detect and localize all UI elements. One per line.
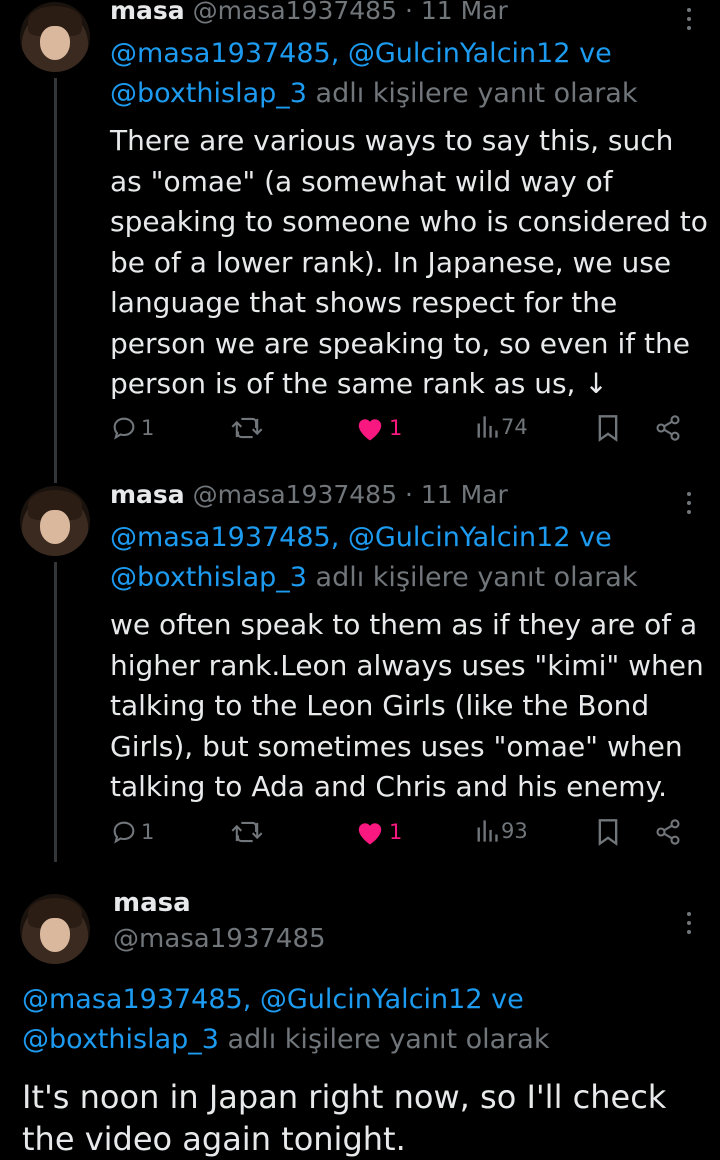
view-count: 74	[501, 415, 528, 439]
bookmark-icon	[598, 819, 618, 846]
separator: ·	[404, 0, 413, 25]
views-button[interactable]: 74	[475, 414, 528, 440]
reply-button[interactable]: 1	[110, 818, 154, 846]
tweet-actions: 1 1 74	[110, 414, 690, 454]
reply-to-links[interactable]: @masa1937485, @GulcinYalcin12 ve	[110, 34, 637, 74]
more-options-icon[interactable]	[686, 492, 692, 519]
bookmark-icon	[598, 415, 618, 442]
retweet-icon	[231, 417, 263, 439]
like-button[interactable]: 1	[355, 414, 402, 442]
author-name[interactable]: masa	[113, 888, 191, 918]
reply-to-suffix: adlı kişilere yanıt olarak	[315, 78, 638, 109]
views-icon	[477, 820, 498, 842]
heart-icon	[358, 419, 382, 441]
like-count: 1	[389, 416, 403, 440]
share-button[interactable]	[654, 414, 682, 442]
reply-context: @masa1937485, @GulcinYalcin12 ve @boxthi…	[22, 980, 549, 1060]
tweet-header: masa @masa1937485 · 11 Mar	[110, 480, 508, 509]
reply-to-suffix: adlı kişilere yanıt olarak	[227, 1024, 550, 1055]
share-icon	[656, 415, 680, 441]
views-button[interactable]: 93	[475, 818, 528, 844]
bookmark-button[interactable]	[596, 414, 620, 442]
reply-context: @masa1937485, @GulcinYalcin12 ve @boxthi…	[110, 34, 637, 114]
tweet[interactable]: masa @masa1937485 · 11 Mar @masa1937485,…	[0, 0, 720, 470]
retweet-button[interactable]	[230, 414, 264, 442]
view-count: 93	[501, 819, 528, 843]
like-count: 1	[389, 820, 403, 844]
heart-icon	[358, 823, 382, 845]
avatar[interactable]	[20, 894, 90, 964]
author-handle[interactable]: @masa1937485	[193, 480, 397, 509]
retweet-icon	[231, 821, 263, 843]
like-button[interactable]: 1	[355, 818, 402, 846]
timestamp[interactable]: 11 Mar	[421, 0, 508, 25]
views-icon	[477, 416, 498, 438]
reply-count: 1	[141, 416, 155, 440]
more-options-icon[interactable]	[686, 8, 692, 35]
author-handle[interactable]: @masa1937485	[193, 0, 397, 25]
reply-to-links[interactable]: @masa1937485, @GulcinYalcin12 ve	[22, 980, 549, 1020]
author-name[interactable]: masa	[110, 0, 185, 25]
avatar[interactable]	[20, 486, 90, 556]
tweet[interactable]: masa @masa1937485 · 11 Mar @masa1937485,…	[0, 480, 720, 874]
reply-to-link[interactable]: @boxthislap_3	[110, 562, 307, 593]
tweet-text: It's noon in Japan right now, so I'll ch…	[22, 1078, 667, 1158]
tweet-header: masa @masa1937485 · 11 Mar	[110, 0, 508, 25]
tweet-text: There are various ways to say this, such…	[110, 124, 708, 400]
tweet-text: we often speak to them as if they are of…	[110, 608, 704, 803]
tweet-actions: 1 1 93	[110, 818, 690, 858]
reply-to-link[interactable]: @boxthislap_3	[110, 78, 307, 109]
separator: ·	[404, 480, 413, 509]
reply-button[interactable]: 1	[110, 414, 154, 442]
reply-to-links[interactable]: @masa1937485, @GulcinYalcin12 ve	[110, 518, 637, 558]
reply-to-suffix: adlı kişilere yanıt olarak	[315, 562, 638, 593]
more-options-icon[interactable]	[686, 912, 692, 939]
bookmark-button[interactable]	[596, 818, 620, 846]
timestamp[interactable]: 11 Mar	[421, 480, 508, 509]
avatar[interactable]	[20, 2, 90, 72]
author-handle[interactable]: @masa1937485	[113, 924, 326, 954]
reply-icon	[113, 417, 135, 440]
reply-context: @masa1937485, @GulcinYalcin12 ve @boxthi…	[110, 518, 637, 598]
share-button[interactable]	[654, 818, 682, 846]
share-icon	[656, 819, 680, 845]
author-name[interactable]: masa	[110, 480, 185, 509]
retweet-button[interactable]	[230, 818, 264, 846]
focused-tweet[interactable]: masa @masa1937485 @masa1937485, @GulcinY…	[0, 880, 720, 1158]
reply-count: 1	[141, 820, 155, 844]
reply-to-link[interactable]: @boxthislap_3	[22, 1024, 219, 1055]
reply-icon	[113, 821, 135, 844]
